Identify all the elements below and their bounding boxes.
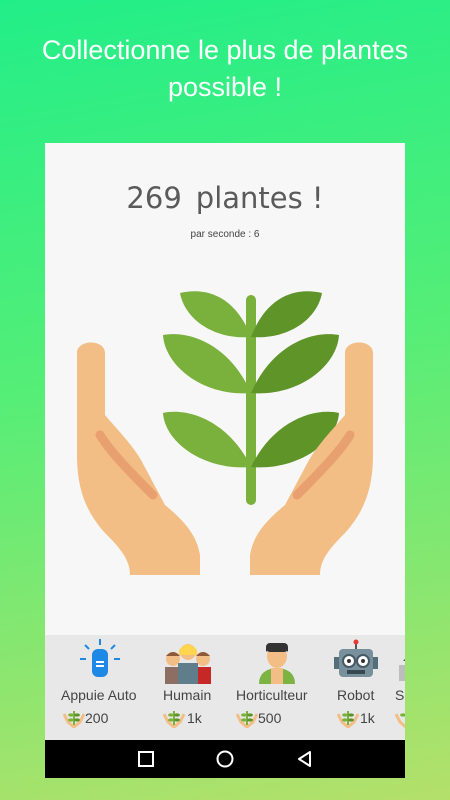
recents-square-icon[interactable]	[134, 747, 158, 771]
shop-item-name: Horticulteur	[236, 687, 308, 703]
promo-line-1: Collectionne le plus de plantes	[41, 35, 409, 65]
shop-item-name: S	[395, 687, 405, 703]
partial-item-icon	[399, 658, 405, 681]
plant-click-button[interactable]	[75, 275, 375, 575]
gardener-icon	[259, 643, 295, 684]
shop-item-name: Robot	[337, 687, 375, 703]
robot-icon	[334, 639, 378, 677]
shop-item-cost: 1k	[187, 710, 202, 726]
cost-plant-icon	[395, 713, 405, 728]
home-circle-icon[interactable]	[213, 747, 237, 771]
plant-unit: plantes !	[195, 181, 324, 215]
shop-item-appuie-auto[interactable]: Appuie Auto 200	[45, 635, 157, 740]
shop-item-name: Appuie Auto	[61, 687, 137, 703]
rate-per-second: par seconde : 6	[190, 229, 260, 240]
shop-item-name: Humain	[163, 687, 212, 703]
shop-item-cost: 1k	[360, 710, 375, 726]
phone-screen: 269 plantes ! par seconde : 6 Appuie Aut…	[45, 143, 405, 778]
cost-plant-icon	[337, 711, 359, 728]
upgrade-shop: Appuie Auto 200 Humain 1k Horticulteur 5…	[45, 635, 405, 740]
shop-item-cost: 500	[258, 710, 282, 726]
cost-plant-icon	[236, 711, 258, 728]
hands-holding-plant-icon	[77, 291, 373, 575]
promo-line-2: possible !	[167, 72, 283, 102]
shop-item-partial[interactable]: S	[389, 635, 405, 740]
plant-count: 269	[126, 181, 182, 215]
back-triangle-icon[interactable]	[293, 747, 317, 771]
cost-plant-icon	[63, 711, 85, 728]
plant-counter: 269 plantes !	[45, 181, 405, 215]
shop-item-horticulteur[interactable]: Horticulteur 500	[232, 635, 329, 740]
shop-item-cost: 200	[85, 710, 109, 726]
shop-item-robot[interactable]: Robot 1k	[329, 635, 389, 740]
promo-banner: Collectionne le plus de plantes possible…	[0, 32, 450, 106]
cost-plant-icon	[163, 711, 185, 728]
shop-item-humain[interactable]: Humain 1k	[157, 635, 232, 740]
android-nav-bar	[45, 740, 405, 778]
humans-icon	[165, 644, 211, 684]
auto-tap-icon	[80, 639, 120, 677]
